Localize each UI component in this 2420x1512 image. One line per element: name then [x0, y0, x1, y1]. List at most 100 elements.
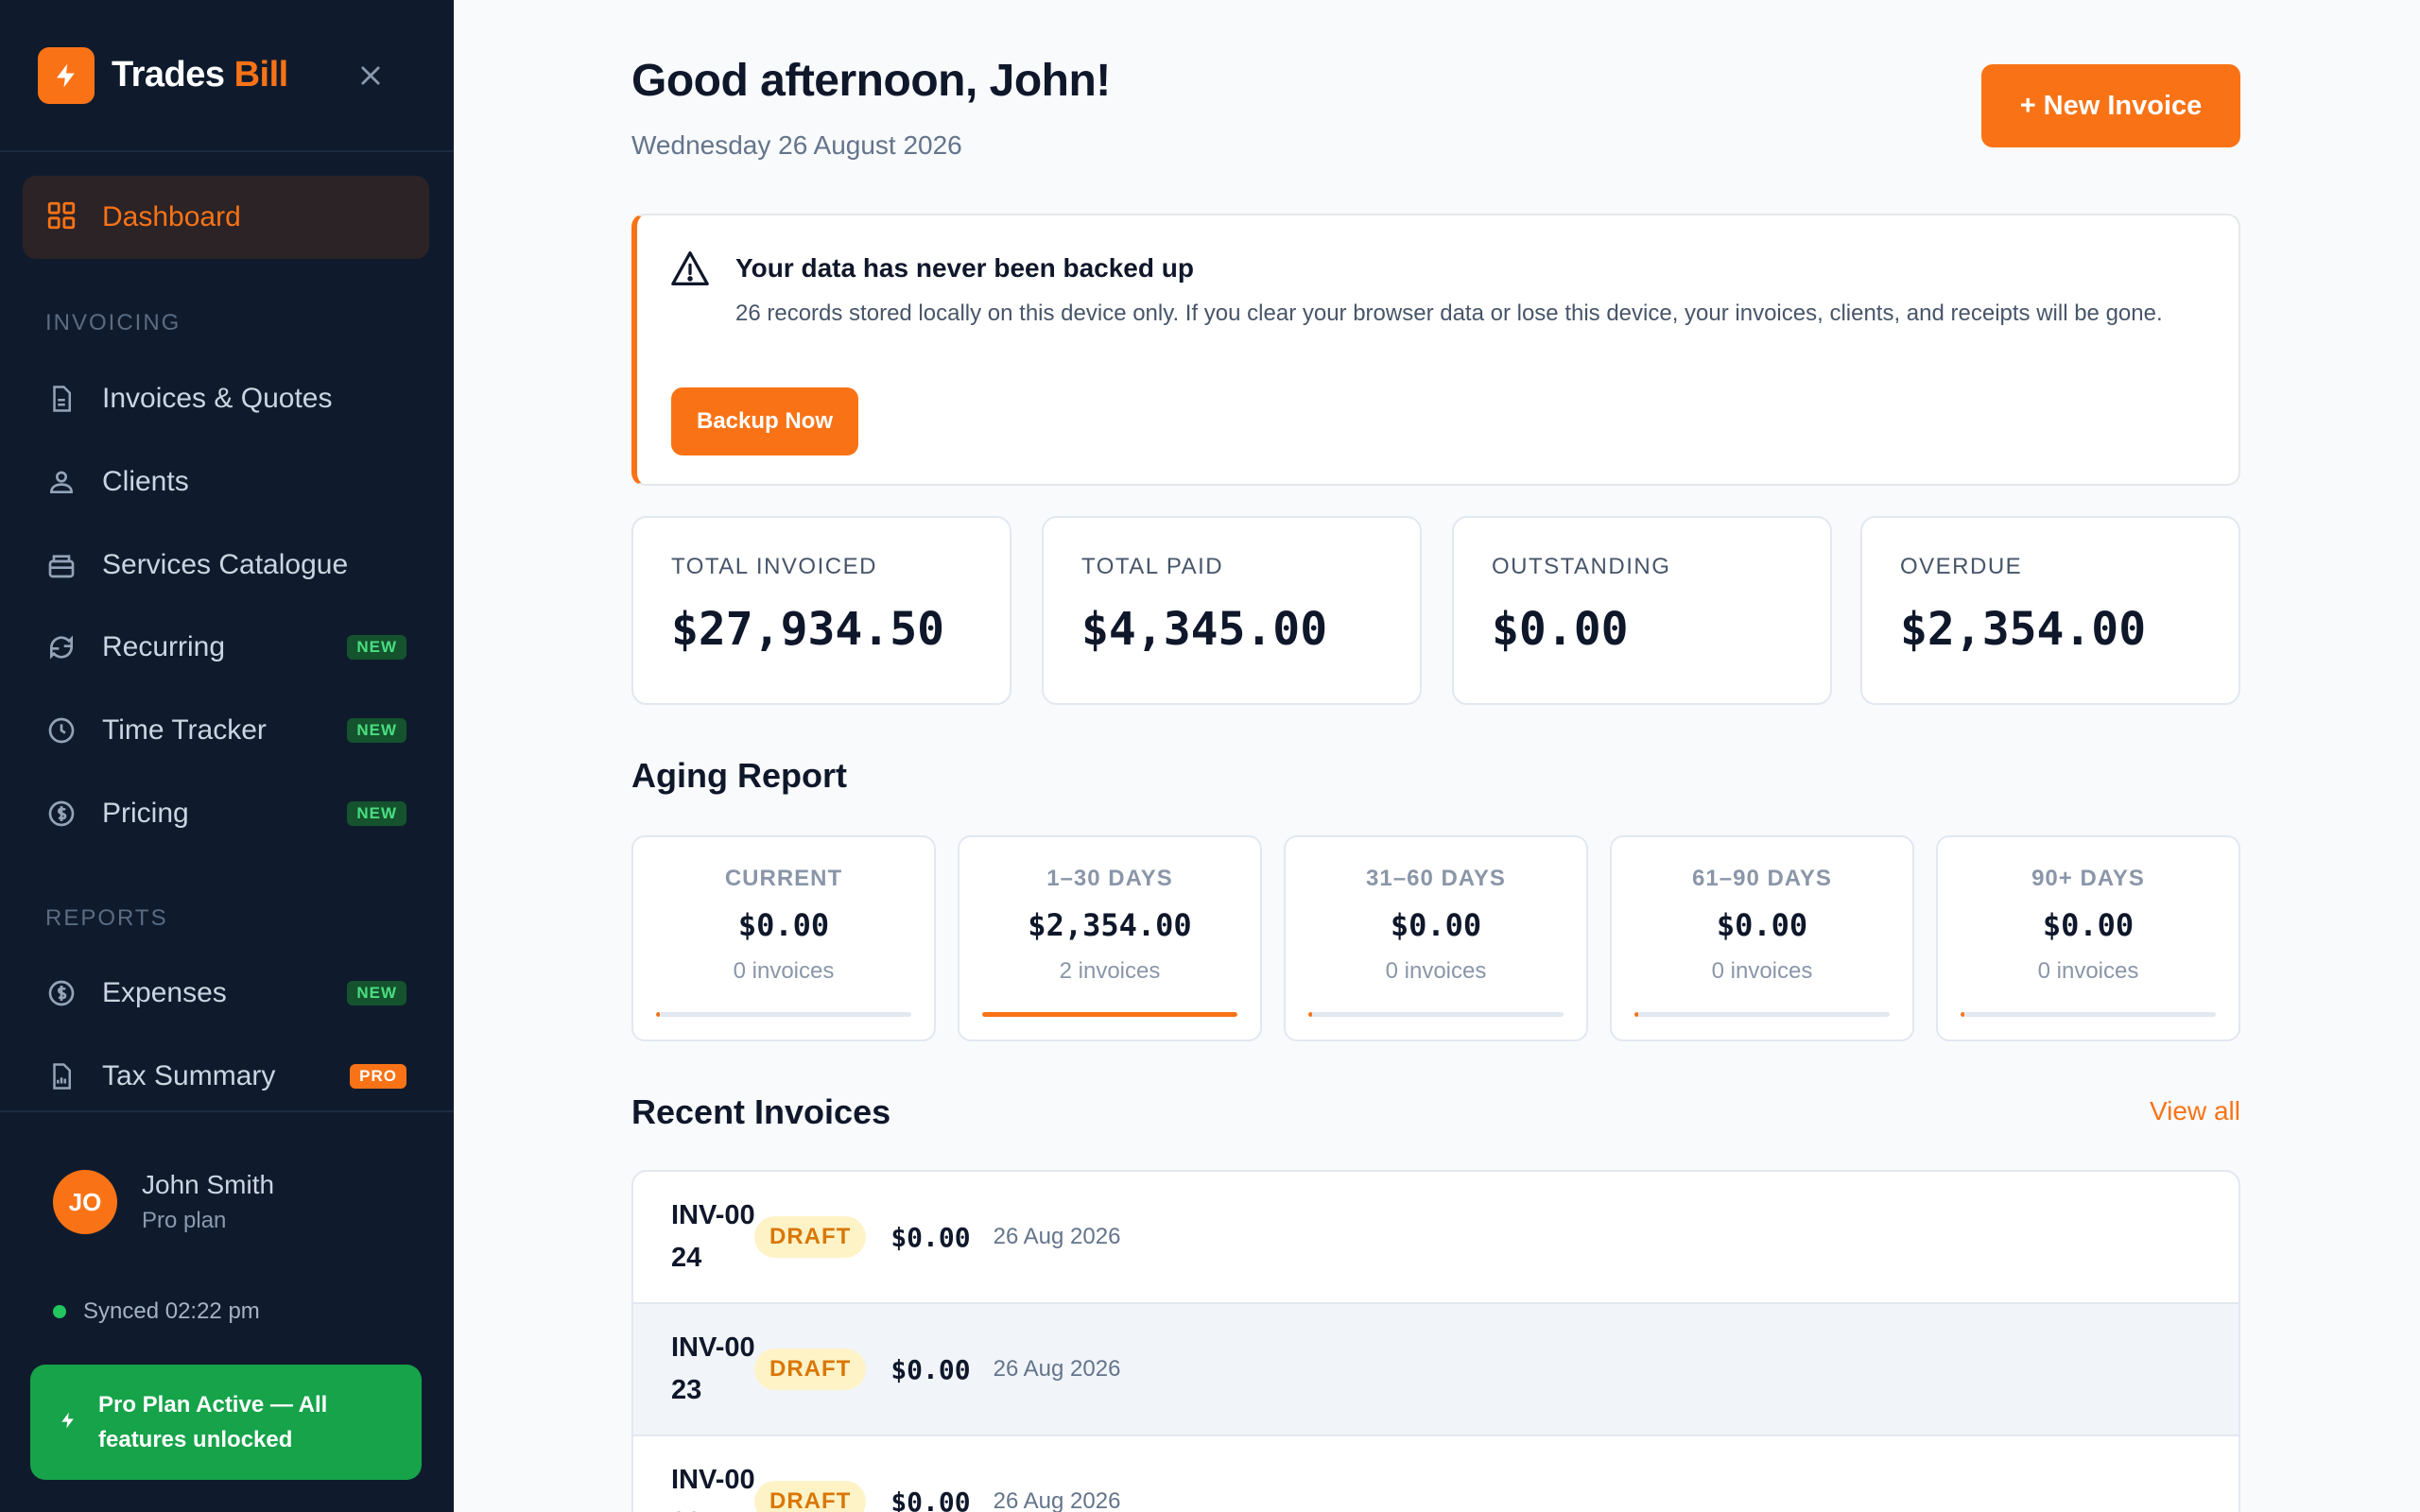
- sidebar-item-tax-summary[interactable]: Tax Summary PRO: [45, 1048, 406, 1105]
- aging-report-title: Aging Report: [631, 756, 847, 795]
- report-icon: [45, 1060, 78, 1092]
- invoice-number: INV-0022: [671, 1465, 755, 1512]
- sidebar-item-services[interactable]: Services Catalogue: [45, 537, 406, 593]
- aging-progress-fill: [656, 1012, 660, 1017]
- sidebar-divider: [0, 1110, 454, 1112]
- aging-count: 0 invoices: [1385, 958, 1487, 984]
- sidebar-item-label: Services Catalogue: [102, 549, 349, 580]
- aging-label: 61–90 DAYS: [1692, 866, 1832, 891]
- stat-value: $4,345.00: [1081, 603, 1328, 656]
- section-label-reports: REPORTS: [45, 905, 168, 931]
- new-badge: NEW: [347, 981, 406, 1005]
- aging-progress-bar: [982, 1012, 1237, 1017]
- stat-label: OVERDUE: [1900, 554, 2023, 579]
- sidebar-item-dashboard[interactable]: Dashboard: [23, 176, 429, 259]
- aging-progress-bar: [1634, 1012, 1890, 1017]
- backup-alert: Your data has never been backed up 26 re…: [631, 214, 2240, 486]
- new-badge: NEW: [347, 801, 406, 826]
- stat-label: OUTSTANDING: [1492, 554, 1671, 579]
- page-title: Good afternoon, John!: [631, 56, 1111, 106]
- close-icon[interactable]: [352, 57, 389, 94]
- pro-banner-text: Pro Plan Active — All features unlocked: [98, 1392, 328, 1452]
- invoice-number: INV-0024: [671, 1200, 755, 1273]
- status-badge: DRAFT: [754, 1349, 867, 1390]
- sidebar-item-invoices[interactable]: Invoices & Quotes: [45, 370, 406, 427]
- sidebar-item-pricing[interactable]: Pricing NEW: [45, 785, 406, 842]
- aging-amount: $2,354.00: [1028, 907, 1192, 943]
- sidebar-item-label: Pricing: [102, 798, 189, 829]
- sidebar-item-time-tracker[interactable]: Time Tracker NEW: [45, 702, 406, 759]
- sidebar: Trades Bill Dashboard INVOICING Invoices…: [0, 0, 454, 1512]
- invoice-date: 26 Aug 2026: [993, 1356, 1121, 1382]
- lightning-logo-icon[interactable]: [38, 46, 95, 104]
- aging-bucket-31-60[interactable]: 31–60 DAYS $0.00 0 invoices: [1284, 835, 1588, 1041]
- aging-bucket-90-plus[interactable]: 90+ DAYS $0.00 0 invoices: [1936, 835, 2240, 1041]
- aging-progress-fill: [1308, 1012, 1312, 1017]
- user-plan: Pro plan: [142, 1208, 227, 1233]
- stat-card-total-paid: TOTAL PAID $4,345.00: [1042, 516, 1422, 705]
- aging-label: 90+ DAYS: [2031, 866, 2145, 891]
- aging-bucket-61-90[interactable]: 61–90 DAYS $0.00 0 invoices: [1610, 835, 1914, 1041]
- aging-progress-bar: [1308, 1012, 1564, 1017]
- aging-amount: $0.00: [737, 907, 830, 943]
- section-label-invoicing: INVOICING: [45, 310, 182, 335]
- aging-count: 0 invoices: [2037, 958, 2139, 984]
- user-name: John Smith: [142, 1170, 275, 1199]
- invoice-row[interactable]: INV-0024 DRAFT $0.00 26 Aug 2026: [633, 1172, 2238, 1304]
- invoice-amount: $0.00: [890, 1221, 971, 1253]
- sidebar-item-clients[interactable]: Clients: [45, 454, 406, 510]
- alert-body: 26 records stored locally on this device…: [735, 301, 2163, 326]
- invoice-amount: $0.00: [890, 1486, 971, 1512]
- status-badge: DRAFT: [754, 1216, 867, 1258]
- new-badge: NEW: [347, 635, 406, 660]
- stat-card-total-invoiced: TOTAL INVOICED $27,934.50: [631, 516, 1011, 705]
- catalogue-icon: [45, 549, 78, 581]
- sidebar-item-label: Recurring: [102, 631, 226, 662]
- new-invoice-button[interactable]: + New Invoice: [1981, 64, 2240, 147]
- invoice-row[interactable]: INV-0023 DRAFT $0.00 26 Aug 2026: [633, 1304, 2238, 1436]
- stat-label: TOTAL PAID: [1081, 554, 1224, 579]
- invoice-amount: $0.00: [890, 1353, 971, 1385]
- stat-card-overdue: OVERDUE $2,354.00: [1860, 516, 2240, 705]
- aging-count: 2 invoices: [1059, 958, 1161, 984]
- sidebar-item-label: Expenses: [102, 977, 227, 1008]
- stat-value: $0.00: [1492, 603, 1629, 656]
- pro-badge: PRO: [350, 1064, 406, 1089]
- stat-value: $27,934.50: [671, 603, 944, 656]
- aging-amount: $0.00: [1716, 907, 1808, 943]
- view-all-link[interactable]: View all: [2150, 1096, 2240, 1126]
- status-dot-icon: [53, 1305, 66, 1318]
- aging-label: 1–30 DAYS: [1046, 866, 1173, 891]
- dashboard-grid-icon: [45, 199, 78, 236]
- recent-invoices-list: INV-0024 DRAFT $0.00 26 Aug 2026 INV-002…: [631, 1170, 2240, 1512]
- sidebar-item-expenses[interactable]: Expenses NEW: [45, 965, 406, 1022]
- backup-now-button[interactable]: Backup Now: [671, 387, 858, 455]
- aging-count: 0 invoices: [733, 958, 835, 984]
- aging-bucket-1-30[interactable]: 1–30 DAYS $2,354.00 2 invoices: [958, 835, 1262, 1041]
- aging-label: CURRENT: [724, 866, 843, 891]
- warning-icon: [669, 249, 711, 292]
- brand-name-part1: Trades: [112, 55, 225, 94]
- recurring-icon: [45, 631, 78, 663]
- stat-card-outstanding: OUTSTANDING $0.00: [1452, 516, 1832, 705]
- aging-amount: $0.00: [2042, 907, 2135, 943]
- user-profile[interactable]: JO John Smith Pro plan: [53, 1170, 274, 1234]
- dollar-icon: [45, 977, 78, 1009]
- sidebar-item-recurring[interactable]: Recurring NEW: [45, 619, 406, 676]
- sidebar-item-label: Dashboard: [102, 201, 241, 232]
- pro-plan-banner[interactable]: Pro Plan Active — All features unlocked: [30, 1365, 422, 1480]
- aging-progress-fill: [982, 1012, 1237, 1017]
- document-icon: [45, 383, 78, 415]
- alert-title: Your data has never been backed up: [735, 253, 1194, 283]
- brand-name-part2: Bill: [233, 55, 289, 94]
- invoice-row[interactable]: INV-0022 DRAFT $0.00 26 Aug 2026: [633, 1436, 2238, 1512]
- invoice-number: INV-0023: [671, 1332, 755, 1405]
- aging-bucket-current[interactable]: CURRENT $0.00 0 invoices: [631, 835, 936, 1041]
- aging-progress-bar: [656, 1012, 911, 1017]
- sidebar-item-label: Tax Summary: [102, 1060, 276, 1091]
- sidebar-item-label: Time Tracker: [102, 714, 267, 746]
- invoice-date: 26 Aug 2026: [993, 1224, 1121, 1249]
- status-badge: DRAFT: [754, 1481, 867, 1512]
- avatar: JO: [53, 1170, 117, 1234]
- aging-count: 0 invoices: [1711, 958, 1813, 984]
